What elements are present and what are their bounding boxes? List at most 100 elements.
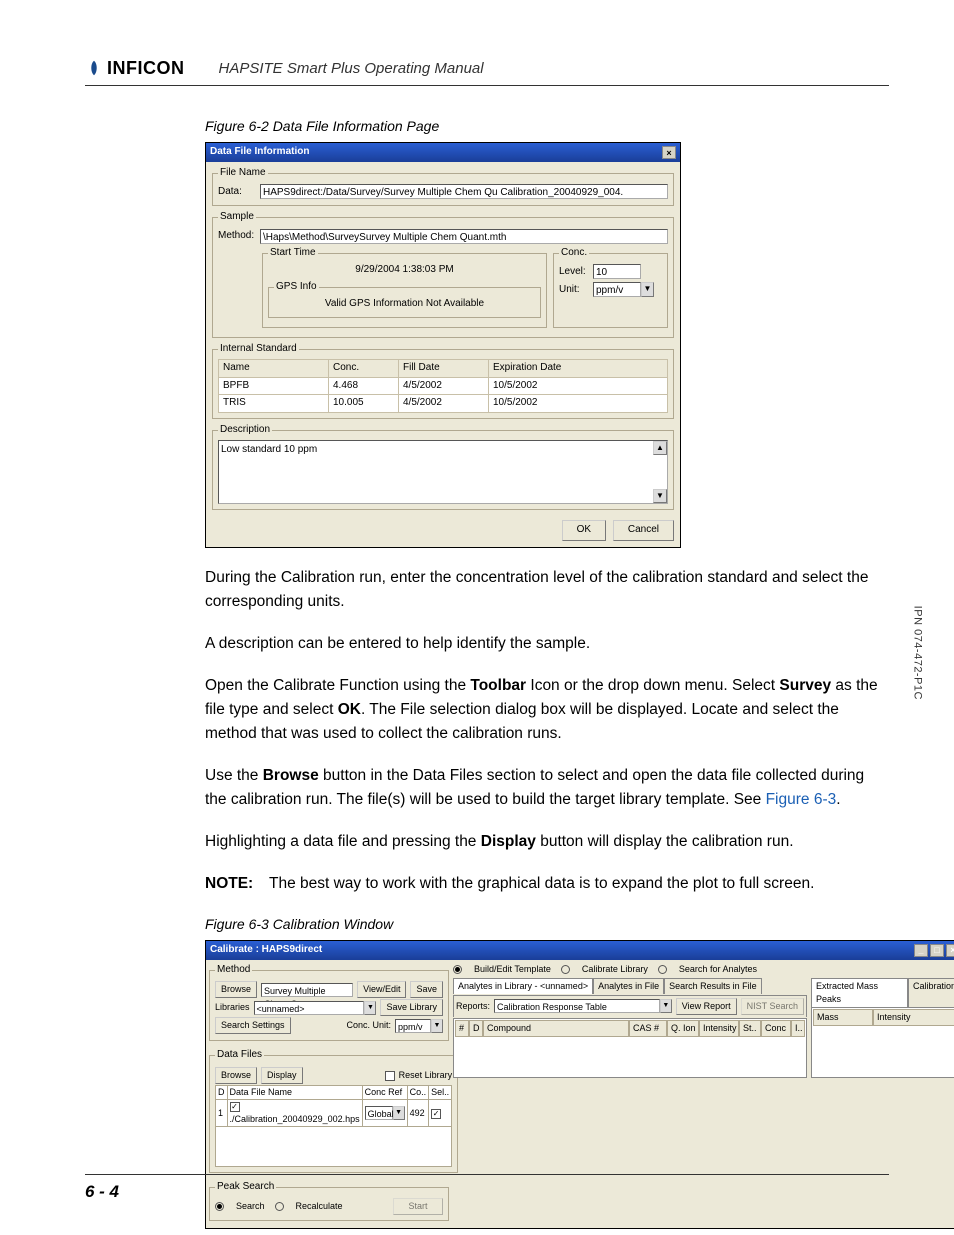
reports-select[interactable]: Calibration Response Table ▼ — [494, 999, 672, 1013]
method-path-field[interactable]: \Haps\Method\SurveySurvey Multiple Chem … — [260, 229, 668, 244]
calibrate-library-radio[interactable] — [561, 965, 570, 974]
conc-legend: Conc. — [559, 246, 589, 261]
calibrate-title: Calibrate : HAPS9direct — [210, 943, 322, 958]
start-button[interactable]: Start — [393, 1198, 443, 1215]
data-label: Data: — [218, 185, 256, 200]
calibrate-titlebar: Calibrate : HAPS9direct _ □ × — [206, 941, 954, 960]
analyte-tabs: Analytes in Library - <unnamed> Analytes… — [453, 978, 807, 994]
gps-legend: GPS Info — [274, 280, 319, 295]
data-path-field[interactable]: HAPS9direct:/Data/Survey/Survey Multiple… — [260, 184, 668, 199]
mass-header: Mass — [813, 1009, 873, 1026]
build-template-radio[interactable] — [453, 965, 462, 974]
unit-select[interactable]: ppm/v ▼ — [593, 282, 654, 297]
table-row[interactable]: BPFB 4.468 4/5/2002 10/5/2002 — [219, 377, 668, 395]
footer-rule — [85, 1174, 889, 1175]
scroll-up-icon[interactable]: ▲ — [653, 441, 667, 455]
method-label: Method: — [218, 229, 256, 244]
chevron-down-icon[interactable]: ▼ — [393, 1106, 405, 1120]
browse-button[interactable]: Browse — [215, 1067, 257, 1084]
reset-library-checkbox[interactable] — [385, 1071, 395, 1081]
libraries-select[interactable]: <unnamed> ▼ — [254, 1001, 377, 1015]
internal-standard-table: Name Conc. Fill Date Expiration Date BPF… — [218, 359, 668, 413]
search-settings-button[interactable]: Search Settings — [215, 1017, 291, 1034]
start-time-legend: Start Time — [268, 246, 318, 261]
paragraph: Use the Browse button in the Data Files … — [205, 764, 889, 812]
browse-button[interactable]: Browse — [215, 981, 257, 998]
table-row[interactable]: TRIS 10.005 4/5/2002 10/5/2002 — [219, 395, 668, 413]
tab-calibration[interactable]: Calibration — [908, 978, 954, 1007]
tab-search-results[interactable]: Search Results in File — [664, 978, 762, 994]
gps-group: GPS Info Valid GPS Information Not Avail… — [268, 280, 541, 318]
tab-analytes-library[interactable]: Analytes in Library - <unnamed> — [453, 978, 593, 994]
brand-text: INFICON — [107, 55, 185, 81]
recalculate-radio[interactable] — [275, 1202, 284, 1211]
method-group: Method Browse Survey Multiple Chem Qua V… — [209, 963, 449, 1042]
scroll-down-icon[interactable]: ▼ — [653, 489, 667, 503]
minimize-icon[interactable]: _ — [914, 944, 928, 957]
peak-search-group: Peak Search Search Recalculate Start — [209, 1180, 449, 1221]
internal-std-legend: Internal Standard — [218, 342, 299, 357]
tab-analytes-file[interactable]: Analytes in File — [593, 978, 664, 994]
tab-extracted-peaks[interactable]: Extracted Mass Peaks — [811, 978, 908, 1007]
file-name-group: File Name Data: HAPS9direct:/Data/Survey… — [212, 166, 674, 207]
save-button[interactable]: Save — [410, 981, 443, 998]
search-analytes-radio[interactable] — [658, 965, 667, 974]
page-number: 6 - 4 — [85, 1180, 119, 1205]
table-header-row: D Data File Name Conc Ref Co.. Sel.. — [216, 1086, 452, 1100]
close-icon[interactable]: × — [946, 944, 954, 957]
close-icon[interactable]: × — [662, 146, 676, 159]
chevron-down-icon[interactable]: ▼ — [431, 1019, 443, 1033]
figure-link[interactable]: Figure 6-3 — [766, 791, 837, 808]
calibrate-window: Calibrate : HAPS9direct _ □ × Method Bro… — [205, 940, 954, 1228]
manual-title: HAPSITE Smart Plus Operating Manual — [219, 58, 484, 81]
level-input[interactable]: 10 — [593, 264, 641, 279]
chevron-down-icon[interactable]: ▼ — [364, 1001, 376, 1015]
description-textarea[interactable]: Low standard 10 ppm ▲ ▼ — [218, 440, 668, 504]
brand-logo: INFICON — [85, 55, 185, 81]
start-time-group: Start Time 9/29/2004 1:38:03 PM GPS Info… — [262, 246, 547, 328]
col-exp: Expiration Date — [489, 360, 668, 378]
note: NOTE: The best way to work with the grap… — [205, 872, 889, 896]
view-edit-button[interactable]: View/Edit — [357, 981, 406, 998]
chevron-down-icon[interactable]: ▼ — [660, 999, 672, 1013]
inficon-icon — [85, 59, 103, 77]
col-name: Name — [219, 360, 329, 378]
data-files-table: D Data File Name Conc Ref Co.. Sel.. 1 ✓… — [215, 1085, 452, 1127]
dialog-title: Data File Information — [210, 145, 309, 160]
view-report-button[interactable]: View Report — [676, 998, 737, 1015]
conc-unit-select[interactable]: ppm/v ▼ — [395, 1019, 443, 1033]
dialog-buttons: OK Cancel — [212, 514, 674, 541]
conc-ref-select[interactable]: Global ▼ — [365, 1106, 405, 1120]
libraries-label: Libraries — [215, 1001, 250, 1014]
row-check-icon[interactable]: ✓ — [230, 1102, 240, 1112]
gps-value: Valid GPS Information Not Available — [274, 297, 535, 312]
unit-label: Unit: — [559, 283, 589, 298]
method-input[interactable]: Survey Multiple Chem Qua — [261, 983, 353, 997]
mode-row: Build/Edit Template Calibrate Library Se… — [453, 963, 954, 976]
display-button[interactable]: Display — [261, 1067, 303, 1084]
sel-check-icon[interactable]: ✓ — [431, 1109, 441, 1119]
nist-search-button[interactable]: NIST Search — [741, 998, 804, 1015]
ok-button[interactable]: OK — [562, 520, 606, 541]
table-row[interactable]: 1 ✓ ./Calibration_20040929_002.hps Globa… — [216, 1100, 452, 1127]
figure-caption-1: Figure 6-2 Data File Information Page — [205, 116, 889, 136]
description-text: Low standard 10 ppm — [221, 444, 317, 455]
paragraph: Open the Calibrate Function using the To… — [205, 674, 889, 746]
right-tabs: Extracted Mass Peaks Calibration — [811, 978, 954, 1007]
sample-group: Sample Method: \Haps\Method\SurveySurvey… — [212, 210, 674, 338]
table-header-row: Name Conc. Fill Date Expiration Date — [219, 360, 668, 378]
dialog-titlebar: Data File Information × — [206, 143, 680, 162]
note-label: NOTE: — [205, 872, 263, 896]
figure-caption-2: Figure 6-3 Calibration Window — [205, 914, 889, 934]
side-code: IPN 074-472-P1C — [908, 606, 924, 700]
paragraph: Highlighting a data file and pressing th… — [205, 830, 889, 854]
start-time-value: 9/29/2004 1:38:03 PM — [268, 263, 541, 278]
cancel-button[interactable]: Cancel — [613, 520, 674, 541]
level-label: Level: — [559, 265, 589, 280]
maximize-icon[interactable]: □ — [930, 944, 944, 957]
internal-standard-group: Internal Standard Name Conc. Fill Date E… — [212, 342, 674, 419]
save-library-button[interactable]: Save Library — [380, 999, 443, 1016]
chevron-down-icon[interactable]: ▼ — [641, 282, 654, 297]
data-files-group: Data Files Browse Display Reset Library … — [209, 1048, 458, 1173]
search-radio[interactable] — [215, 1202, 224, 1211]
